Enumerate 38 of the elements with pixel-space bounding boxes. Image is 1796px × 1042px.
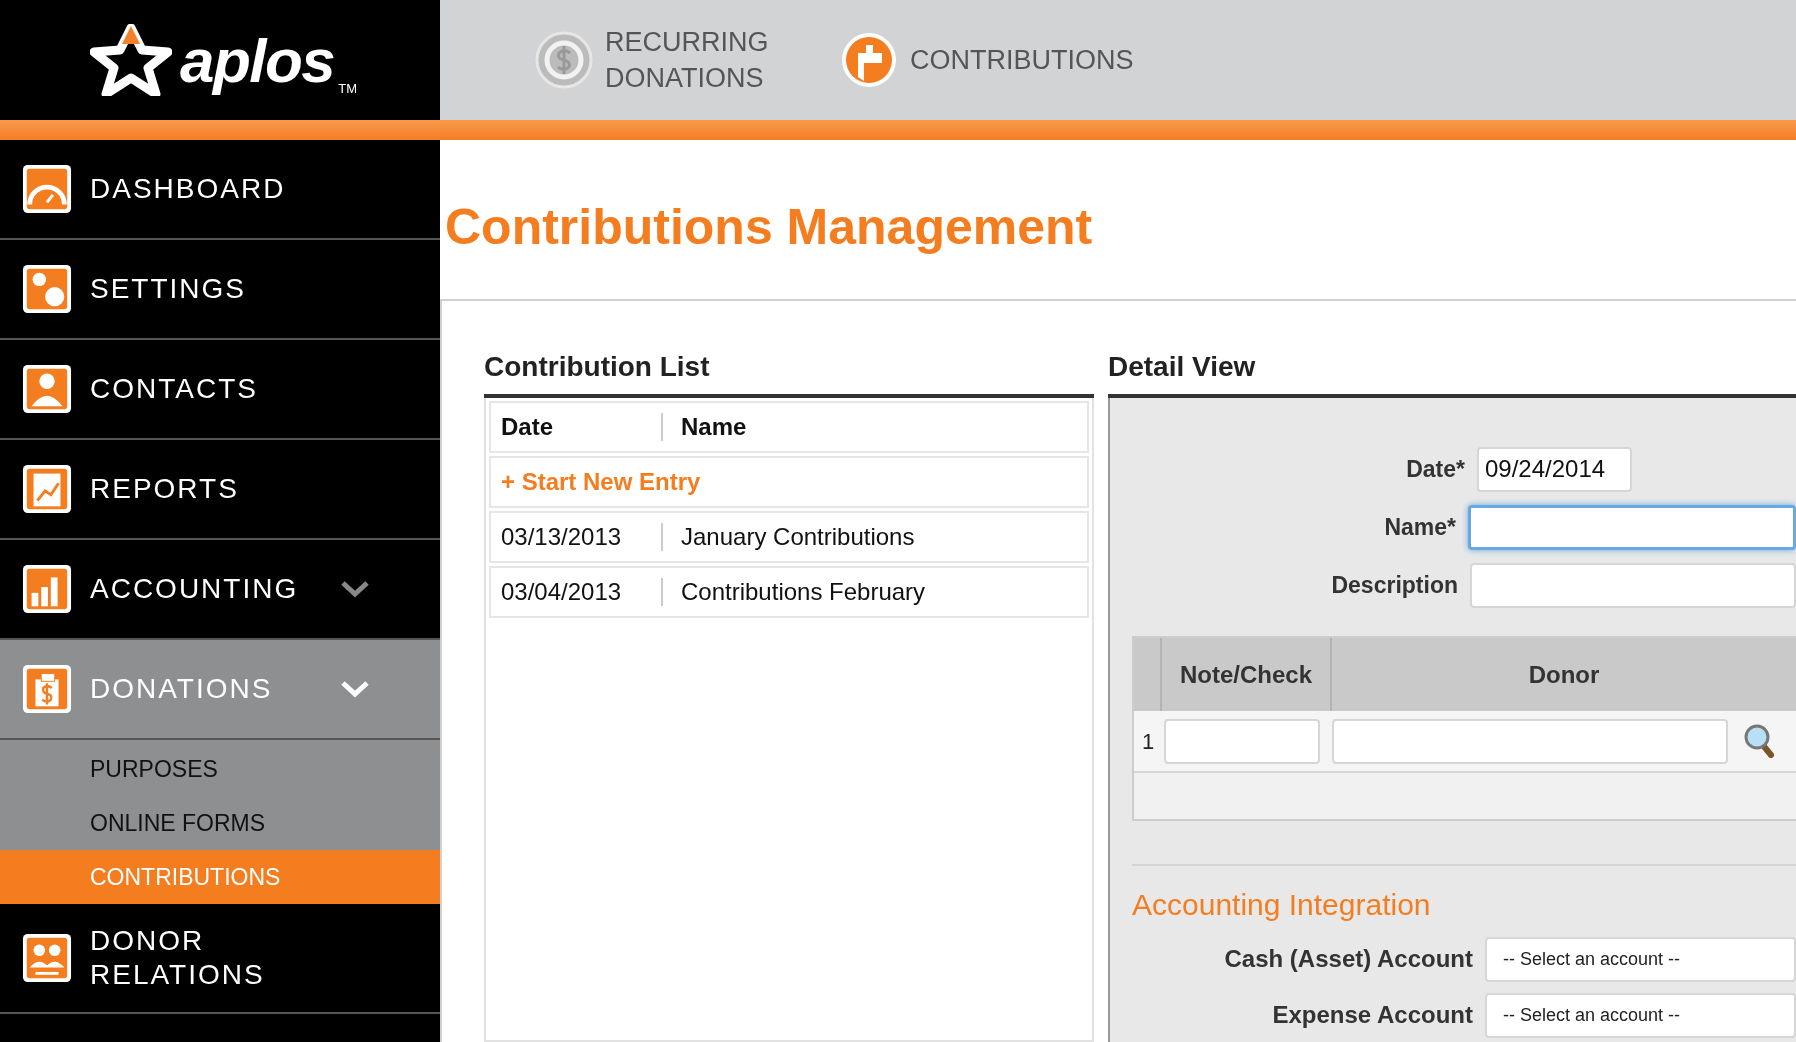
sidebar-subitem[interactable]: ONLINE FORMS (0, 796, 440, 850)
column-header: Name (680, 412, 747, 442)
text-field[interactable] (1470, 562, 1796, 608)
logo-star-icon (90, 24, 172, 96)
logo-text: aplos (180, 24, 335, 97)
table-cell-text: Contributions February (680, 577, 926, 607)
bar-chart-icon (22, 564, 72, 614)
people-icon (22, 933, 72, 983)
nav-link[interactable]: RECURRING DONATIONS (535, 24, 800, 96)
dollar-tag-icon (22, 664, 72, 714)
field-label: Name* (1383, 512, 1457, 542)
dollar-cycle-icon (535, 31, 593, 89)
search-icon[interactable] (1744, 724, 1774, 758)
column-header: Donor (1527, 659, 1601, 690)
text-field[interactable] (1332, 718, 1728, 764)
row-number: 1 (1141, 727, 1156, 756)
section-heading: Detail View (1108, 350, 1257, 384)
field-label: Cash (Asset) Account (1223, 944, 1474, 974)
table-cell-text: January Contributions (680, 522, 915, 552)
table-cell: 03/13/2013 (491, 523, 663, 551)
account-dropdown[interactable]: -- Select an account -- (1485, 936, 1796, 982)
field-label: Expense Account (1271, 1000, 1474, 1030)
chart-icon (22, 464, 72, 514)
field-label: Description (1330, 570, 1459, 600)
table-cell: 03/04/2013 (491, 578, 663, 606)
trademark: TM (338, 79, 357, 98)
section-heading: Contribution List (484, 350, 711, 384)
column-header: Date (491, 413, 663, 441)
text-field[interactable]: 09/24/2014 (1477, 446, 1632, 492)
page-title: Contributions Management (444, 198, 1094, 257)
section-heading: Accounting Integration (1132, 887, 1432, 923)
sidebar-subitem[interactable]: PURPOSES (0, 742, 440, 796)
text-field[interactable] (1164, 718, 1320, 764)
person-icon (22, 364, 72, 414)
gauge-icon (22, 164, 72, 214)
field-label: Date* (1405, 454, 1466, 484)
account-dropdown[interactable]: -- Select an account -- (1485, 992, 1796, 1038)
text-field[interactable] (1468, 504, 1796, 550)
